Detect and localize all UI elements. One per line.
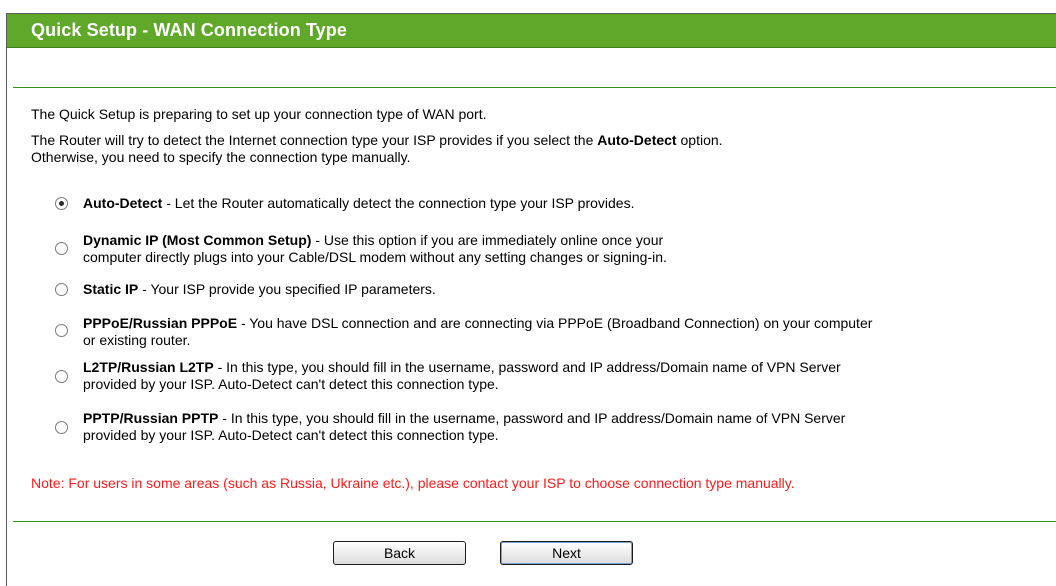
top-divider [13,87,1056,88]
option-auto-detect-name: Auto-Detect [83,195,163,211]
option-auto-detect-desc: - Let the Router automatically detect th… [162,195,635,211]
option-static-ip-name: Static IP [83,281,139,297]
intro-line-2-suffix: option. [676,132,723,148]
option-dynamic-ip-name: Dynamic IP (Most Common Setup) [83,232,312,248]
next-button[interactable]: Next [500,541,633,565]
note-text: Note: For users in some areas (such as R… [31,475,795,491]
option-pptp-desc: - In this type, you should fill in the u… [218,410,846,426]
option-pptp-desc2: provided by your ISP. Auto-Detect can't … [83,427,499,443]
option-auto-detect-label: Auto-Detect - Let the Router automatical… [83,195,634,212]
back-button[interactable]: Back [333,541,466,565]
radio-dynamic-ip[interactable] [55,242,68,255]
intro-line-2-prefix: The Router will try to detect the Intern… [31,132,598,148]
intro-line-3: Otherwise, you need to specify the conne… [31,149,411,165]
radio-static-ip[interactable] [55,283,68,296]
option-l2tp-desc2: provided by your ISP. Auto-Detect can't … [83,376,499,392]
option-l2tp-label: L2TP/Russian L2TP - In this type, you sh… [83,359,841,393]
radio-pppoe[interactable] [55,324,68,337]
page-title: Quick Setup - WAN Connection Type [31,20,347,40]
quick-setup-panel: Quick Setup - WAN Connection Type The Qu… [6,13,1056,586]
option-pptp-name: PPTP/Russian PPTP [83,410,219,426]
option-l2tp-name: L2TP/Russian L2TP [83,359,214,375]
option-pppoe-desc: - You have DSL connection and are connec… [237,315,873,331]
option-static-ip-label: Static IP - Your ISP provide you specifi… [83,281,436,298]
option-pppoe-desc2: or existing router. [83,332,191,348]
bottom-divider [13,521,1056,522]
option-static-ip-desc: - Your ISP provide you specified IP para… [138,281,436,297]
intro-line-1: The Quick Setup is preparing to set up y… [31,106,487,122]
option-dynamic-ip-desc: - Use this option if you are immediately… [311,232,664,248]
intro-paragraph: The Router will try to detect the Intern… [31,132,723,166]
intro-line-2-bold: Auto-Detect [597,132,677,148]
title-bar: Quick Setup - WAN Connection Type [7,14,1056,48]
option-pppoe-name: PPPoE/Russian PPPoE [83,315,238,331]
radio-pptp[interactable] [55,421,68,434]
radio-l2tp[interactable] [55,370,68,383]
option-pppoe-label: PPPoE/Russian PPPoE - You have DSL conne… [83,315,872,349]
radio-auto-detect[interactable] [55,197,68,210]
option-dynamic-ip-desc2: computer directly plugs into your Cable/… [83,249,667,265]
option-l2tp-desc: - In this type, you should fill in the u… [213,359,841,375]
option-dynamic-ip-label: Dynamic IP (Most Common Setup) - Use thi… [83,232,667,266]
option-pptp-label: PPTP/Russian PPTP - In this type, you sh… [83,410,845,444]
